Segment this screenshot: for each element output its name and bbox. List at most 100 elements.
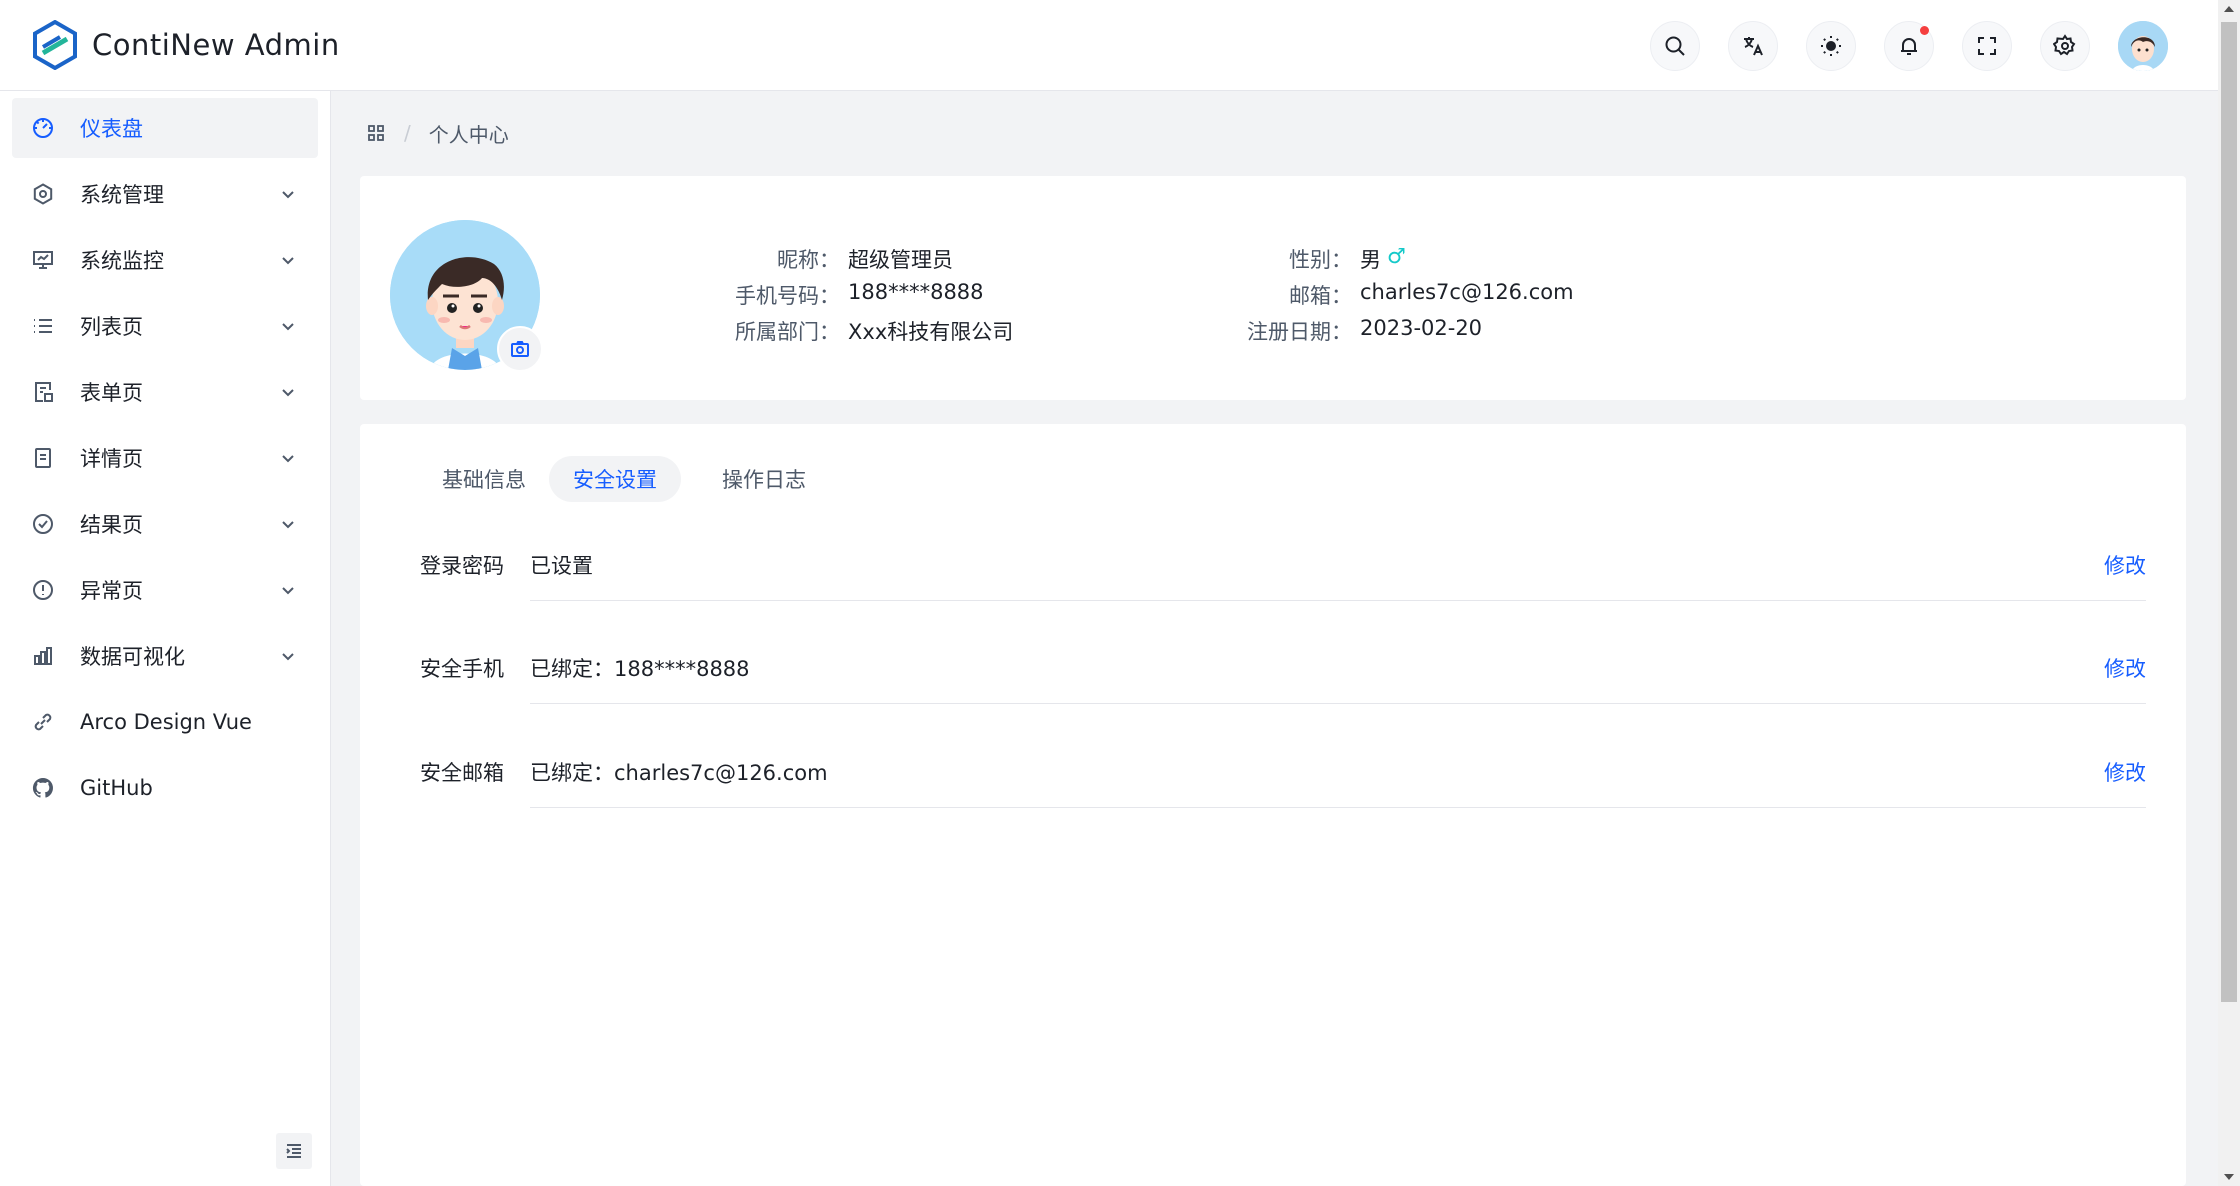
- theme-toggle-button[interactable]: [1806, 20, 1856, 71]
- bell-icon: [1901, 37, 1917, 55]
- link-icon: [30, 709, 56, 735]
- divider: [530, 600, 2146, 601]
- sidebar-item-result-page[interactable]: 结果页: [12, 494, 318, 554]
- sidebar-item-label: 数据可视化: [80, 645, 185, 669]
- vertical-scrollbar[interactable]: [2218, 0, 2240, 1186]
- nickname-value: 超级管理员: [848, 248, 953, 272]
- register-date-row: 注册日期： 2023-02-20: [1210, 316, 1610, 346]
- security-value: 已绑定：charles7c@126.com: [530, 761, 828, 785]
- settings-card: 基础信息 安全设置 操作日志 登录密码 已设置 修改 安全手机 已绑定：188*…: [360, 424, 2186, 1186]
- register-date-value: 2023-02-20: [1360, 316, 1483, 340]
- breadcrumb-current: 个人中心: [428, 122, 509, 147]
- language-button[interactable]: [1728, 20, 1778, 71]
- phone-row: 手机号码： 188****8888: [730, 280, 1030, 310]
- scroll-up-arrow[interactable]: [2224, 6, 2234, 12]
- upload-avatar-button[interactable]: [497, 326, 543, 372]
- sidebar-item-label: 表单页: [80, 381, 143, 405]
- gender-row: 性别： 男 ♂: [1210, 244, 1550, 274]
- fullscreen-icon: [1978, 36, 1996, 55]
- male-icon: ♂: [1387, 244, 1406, 268]
- security-row-password: 登录密码 已设置 修改: [420, 550, 2146, 653]
- divider: [530, 807, 2146, 808]
- chevron-down-icon: [278, 514, 298, 534]
- security-label: 安全手机: [420, 657, 504, 681]
- email-value: charles7c@126.com: [1360, 280, 1574, 304]
- sidebar-item-system-management[interactable]: 系统管理: [12, 164, 318, 224]
- security-label: 登录密码: [420, 554, 504, 578]
- chevron-down-icon: [278, 580, 298, 600]
- nickname-row: 昵称： 超级管理员: [730, 244, 1030, 274]
- settings-button[interactable]: [2040, 20, 2090, 71]
- sidebar-item-github[interactable]: GitHub: [12, 758, 318, 818]
- dashboard-icon: [30, 115, 56, 141]
- bar-chart-icon: [30, 643, 56, 669]
- exclamation-circle-icon: [30, 577, 56, 603]
- phone-value: 188****8888: [848, 280, 984, 304]
- user-avatar[interactable]: [2118, 20, 2168, 71]
- security-row-email: 安全邮箱 已绑定：charles7c@126.com 修改: [420, 757, 2146, 860]
- gear-icon: [2053, 33, 2076, 55]
- logo[interactable]: ContiNew Admin: [32, 20, 340, 70]
- chevron-down-icon: [278, 316, 298, 336]
- edit-phone-link[interactable]: 修改: [2104, 653, 2146, 683]
- sidebar-item-exception-page[interactable]: 异常页: [12, 560, 318, 620]
- notification-badge: [1920, 25, 1929, 35]
- fullscreen-button[interactable]: [1962, 20, 2012, 71]
- tab-operation-log[interactable]: 操作日志: [698, 456, 830, 502]
- list-icon: [30, 313, 56, 339]
- breadcrumb-separator: /: [404, 121, 411, 145]
- check-circle-icon: [30, 511, 56, 537]
- sidebar-item-system-monitor[interactable]: 系统监控: [12, 230, 318, 290]
- profile-card: 昵称： 超级管理员 手机号码： 188****8888 所属部门： Xxx科技有…: [360, 176, 2186, 400]
- theme-icon: [1821, 35, 1841, 56]
- apps-icon[interactable]: [366, 123, 386, 143]
- sidebar-item-dashboard[interactable]: 仪表盘: [12, 98, 318, 158]
- breadcrumb: / 个人中心: [366, 118, 509, 148]
- edit-password-link[interactable]: 修改: [2104, 550, 2146, 580]
- nickname-label: 昵称：: [777, 248, 840, 272]
- sidebar-item-data-visualization[interactable]: 数据可视化: [12, 626, 318, 686]
- camera-icon: [511, 341, 529, 357]
- collapse-sidebar-button[interactable]: [276, 1133, 312, 1169]
- sidebar-item-label: 列表页: [80, 315, 143, 339]
- form-icon: [30, 379, 56, 405]
- chevron-down-icon: [278, 448, 298, 468]
- department-label: 所属部门：: [735, 320, 840, 344]
- sidebar-item-label: 系统管理: [80, 183, 164, 207]
- department-row: 所属部门： Xxx科技有限公司: [730, 316, 1050, 346]
- sidebar-item-form-page[interactable]: 表单页: [12, 362, 318, 422]
- security-value: 已设置: [530, 554, 593, 578]
- chevron-down-icon: [278, 250, 298, 270]
- sidebar-item-label: 仪表盘: [80, 117, 143, 141]
- file-icon: [30, 445, 56, 471]
- chevron-down-icon: [278, 646, 298, 666]
- sidebar-item-label: 详情页: [80, 447, 143, 471]
- search-button[interactable]: [1650, 20, 1700, 71]
- security-value: 已绑定：188****8888: [530, 657, 750, 681]
- sidebar-item-arco-design-vue[interactable]: Arco Design Vue: [12, 692, 318, 752]
- app-title: ContiNew Admin: [92, 28, 340, 62]
- security-row-phone: 安全手机 已绑定：188****8888 修改: [420, 653, 2146, 756]
- gender-label: 性别：: [1289, 248, 1352, 272]
- sidebar-item-label: Arco Design Vue: [80, 710, 252, 734]
- tab-security-settings[interactable]: 安全设置: [549, 456, 681, 502]
- scrollbar-thumb[interactable]: [2221, 22, 2237, 1002]
- edit-email-link[interactable]: 修改: [2104, 757, 2146, 787]
- notification-button[interactable]: [1884, 20, 1934, 71]
- monitor-icon: [30, 247, 56, 273]
- sidebar-item-detail-page[interactable]: 详情页: [12, 428, 318, 488]
- email-label: 邮箱：: [1289, 284, 1352, 308]
- sidebar: 仪表盘 系统管理 系统监控 列表页 表单页 详情页 结果页 异常页 数据可视化: [0, 91, 331, 1186]
- sidebar-item-label: 异常页: [80, 579, 143, 603]
- translate-icon: [1744, 36, 1763, 55]
- scroll-down-arrow[interactable]: [2224, 1174, 2234, 1180]
- logo-icon: [33, 20, 77, 70]
- top-header: ContiNew Admin: [0, 0, 2218, 91]
- sidebar-item-label: GitHub: [80, 776, 153, 800]
- tab-basic-info[interactable]: 基础信息: [418, 456, 550, 502]
- sidebar-item-label: 系统监控: [80, 249, 164, 273]
- department-value: Xxx科技有限公司: [848, 320, 1014, 344]
- gender-value: 男: [1360, 248, 1381, 272]
- sidebar-item-list-page[interactable]: 列表页: [12, 296, 318, 356]
- settings-icon: [30, 181, 56, 207]
